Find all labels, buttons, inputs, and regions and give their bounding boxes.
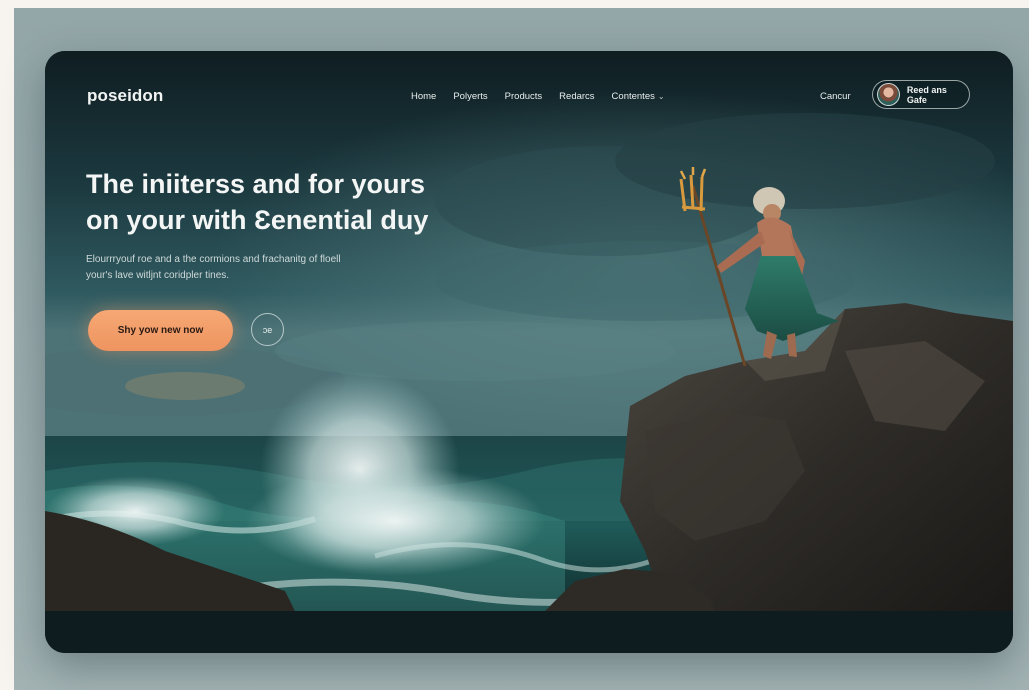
nav-item-redarcs[interactable]: Redarcs xyxy=(559,91,594,102)
hero-card: poseidon Home Polyerts Products Redarcs … xyxy=(45,51,1013,653)
brand-logo[interactable]: poseidon xyxy=(87,86,163,106)
hero-headline-line-1: The iniiterss and for yours xyxy=(86,169,426,199)
secondary-circle-button[interactable]: ɔe xyxy=(251,313,284,346)
hero-subtitle-line-1: Elourrryouf roe and a the cormions and f… xyxy=(86,254,341,265)
hero-subtitle-line-2: your's lave witljnt coridpler tines. xyxy=(86,270,230,281)
cta-button[interactable]: Shy yow new now xyxy=(88,310,233,351)
hero-scene-image xyxy=(45,51,1013,621)
avatar xyxy=(877,83,900,106)
signin-link[interactable]: Cancur xyxy=(820,91,851,102)
nav-item-home[interactable]: Home xyxy=(411,91,436,102)
hero-bottom-band xyxy=(45,611,1013,653)
hero-headline: The iniiterss and for yours on your with… xyxy=(86,166,506,238)
hero-subtitle: Elourrryouf roe and a the cormions and f… xyxy=(86,252,426,284)
nav-item-products[interactable]: Products xyxy=(505,91,543,102)
nav-item-polyerts[interactable]: Polyerts xyxy=(453,91,487,102)
profile-name: Reed ans Gafe xyxy=(906,84,947,105)
chevron-down-icon: ⌄ xyxy=(657,92,665,101)
main-nav: Home Polyerts Products Redarcs Contentes… xyxy=(411,91,665,102)
profile-button[interactable]: Reed ans Gafe xyxy=(872,80,970,109)
hero-headline-line-2: on your with Ɛenential duy xyxy=(86,205,429,235)
nav-item-contentes-label: Contentes xyxy=(611,91,655,102)
nav-item-contentes[interactable]: Contentes ⌄ xyxy=(612,91,665,102)
